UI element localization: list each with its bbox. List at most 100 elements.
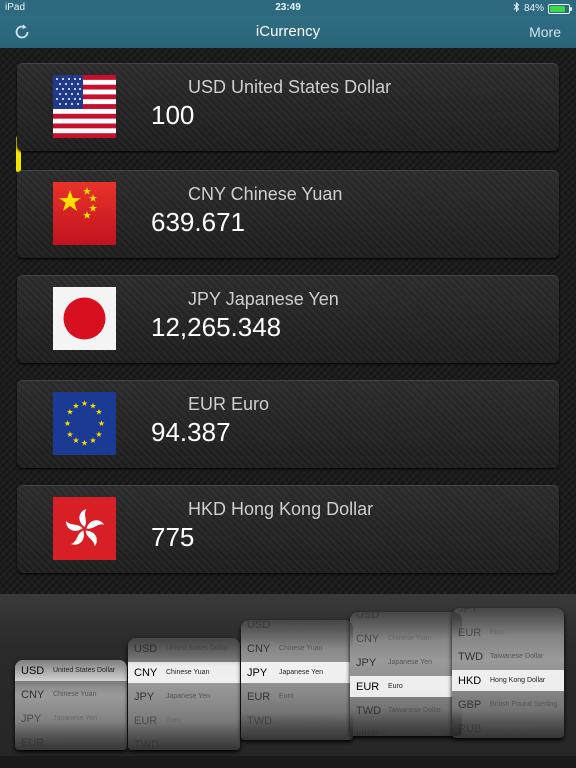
currency-amount[interactable]: 12,265.348 bbox=[151, 312, 281, 343]
currency-row-hkd[interactable]: HKD Hong Kong Dollar 775 bbox=[17, 485, 559, 573]
picker-option-code: GBP bbox=[458, 698, 482, 711]
picker-option-code: CNY bbox=[21, 688, 45, 701]
svg-text:★: ★ bbox=[81, 399, 88, 408]
picker-option-name: Japanese Yen bbox=[53, 715, 97, 722]
picker-option-code: JPY bbox=[134, 690, 155, 703]
currency-amount[interactable]: 94.387 bbox=[151, 417, 231, 448]
picker-option-cny[interactable]: CNY Chinese Yuan bbox=[15, 684, 127, 705]
picker-option-name: Chinese Yuan bbox=[166, 669, 210, 676]
picker-wheel-2[interactable]: USD United States Dollar CNY Chinese Yuan JP… bbox=[128, 638, 240, 750]
picker-option-name: Chinese Yuan bbox=[279, 645, 323, 652]
more-button[interactable]: More bbox=[529, 24, 561, 40]
picker-option-name: United States Dollar bbox=[53, 667, 116, 674]
battery-percent: 84% bbox=[523, 3, 544, 14]
svg-text:★: ★ bbox=[66, 430, 73, 439]
picker-option-name: Chinese Yuan bbox=[53, 691, 97, 698]
us-flag-icon bbox=[53, 75, 116, 138]
currency-name: CNY Chinese Yuan bbox=[188, 184, 343, 204]
currency-amount[interactable]: 639.671 bbox=[151, 207, 245, 238]
picker-option-jpy[interactable]: JPY Japanese Yen bbox=[241, 662, 353, 683]
app-title: iCurrency bbox=[255, 23, 321, 40]
picker-option-name: Euro bbox=[279, 693, 294, 700]
picker-option-cny[interactable]: CNY Chinese Yuan bbox=[350, 628, 462, 649]
svg-text:★: ★ bbox=[72, 402, 79, 411]
picker-option-jpy[interactable]: JPY Japanese Yen bbox=[128, 686, 240, 707]
picker-option-code: USD bbox=[356, 612, 380, 621]
picker-option-name: British Pound Sterling bbox=[490, 701, 558, 708]
picker-option-twd[interactable]: TWD Taiwanese Dollar bbox=[241, 710, 353, 731]
picker-option-jpy[interactable]: JPY Japanese Yen bbox=[15, 708, 127, 729]
eu-flag-icon: ★ ★ ★ ★ ★ ★ ★ ★ ★ ★ ★ ★ bbox=[53, 392, 116, 455]
picker-wheel-3[interactable]: USD United States Dollar CNY Chinese Yuan JP… bbox=[241, 620, 353, 740]
picker-option-code: USD bbox=[134, 642, 158, 655]
picker-option-hkd[interactable]: HKD Hong Kong Dollar bbox=[452, 670, 564, 691]
picker-option-code: HKD bbox=[458, 674, 482, 687]
currency-name: HKD Hong Kong Dollar bbox=[188, 499, 374, 519]
picker-option-code: TWD bbox=[134, 738, 160, 751]
china-flag-icon bbox=[53, 182, 116, 245]
picker-option-code: RUB bbox=[458, 722, 482, 735]
picker-option-eur[interactable]: EUR Euro bbox=[452, 622, 564, 643]
picker-wheel-5[interactable]: JPY EUR Euro TWD Taiwanese Dollar HKD Hong Kon… bbox=[452, 608, 564, 738]
picker-option-code: USD bbox=[21, 664, 45, 677]
currency-name: JPY Japanese Yen bbox=[188, 289, 339, 309]
picker-option-name: Euro bbox=[166, 717, 181, 724]
battery-fill bbox=[550, 5, 565, 12]
nav-bar: iCurrency More bbox=[0, 16, 576, 48]
picker-option-jpy[interactable]: JPY bbox=[452, 608, 564, 619]
picker-option-name: United States Dollar bbox=[279, 621, 342, 628]
picker-option-code: JPY bbox=[458, 608, 479, 615]
picker-wheel-4[interactable]: USD CNY Chinese Yuan JPY Japanese Yen EUR Euro… bbox=[350, 612, 462, 736]
picker-option-name: Russian Ruble bbox=[490, 725, 536, 732]
currency-picker: USD United States Dollar CNY Chinese Yuan JP… bbox=[0, 594, 576, 768]
picker-option-usd[interactable]: USD United States Dollar bbox=[15, 660, 127, 681]
picker-option-code: EUR bbox=[458, 626, 482, 639]
currency-amount[interactable]: 775 bbox=[151, 522, 194, 553]
picker-option-twd[interactable]: TWD Taiwanese Dollar bbox=[452, 646, 564, 667]
picker-option-name: Chinese Yuan bbox=[388, 635, 432, 642]
currency-row-usd[interactable]: USD United States Dollar 100 bbox=[17, 63, 559, 151]
picker-option-twd[interactable]: TWD Taiwanese Dollar bbox=[350, 700, 462, 721]
picker-option-code: EUR bbox=[21, 736, 45, 749]
currency-row-jpy[interactable]: JPY Japanese Yen 12,265.348 bbox=[17, 275, 559, 363]
picker-option-usd[interactable]: USD United States Dollar bbox=[241, 620, 353, 635]
picker-option-eur[interactable]: EUR Euro bbox=[128, 710, 240, 731]
currency-name: USD United States Dollar bbox=[188, 77, 392, 97]
picker-option-code: CNY bbox=[247, 642, 271, 655]
picker-option-code: JPY bbox=[21, 712, 42, 725]
picker-option-code: EUR bbox=[134, 714, 158, 727]
picker-option-jpy[interactable]: JPY Japanese Yen bbox=[350, 652, 462, 673]
currency-amount[interactable]: 100 bbox=[151, 100, 194, 131]
hong-kong-flag-icon bbox=[53, 497, 116, 560]
picker-option-code: TWD bbox=[247, 714, 273, 727]
picker-option-eur[interactable]: EUR Euro bbox=[241, 686, 353, 707]
svg-text:★: ★ bbox=[81, 439, 88, 448]
svg-text:★: ★ bbox=[64, 419, 71, 428]
picker-wheel-1[interactable]: USD United States Dollar CNY Chinese Yuan JP… bbox=[15, 660, 127, 750]
picker-option-name: United States Dollar bbox=[166, 645, 229, 652]
picker-option-gbp[interactable]: GBP British Pound Sterling bbox=[452, 694, 564, 715]
picker-option-cny[interactable]: CNY Chinese Yuan bbox=[241, 638, 353, 659]
picker-option-name: Hong Kong Dollar bbox=[388, 731, 444, 736]
picker-option-usd[interactable]: USD bbox=[350, 612, 462, 625]
picker-option-usd[interactable]: USD United States Dollar bbox=[128, 638, 240, 659]
tray-bottom-edge bbox=[0, 756, 576, 768]
picker-option-name: Taiwanese Dollar bbox=[279, 717, 333, 724]
picker-option-code: HKD bbox=[356, 728, 380, 737]
picker-option-name: Japanese Yen bbox=[166, 693, 210, 700]
picker-option-rub[interactable]: RUB Russian Ruble bbox=[452, 718, 564, 738]
picker-option-name: Taiwanese Dollar bbox=[490, 653, 544, 660]
picker-option-cny[interactable]: CNY Chinese Yuan bbox=[128, 662, 240, 683]
picker-option-name: Japanese Yen bbox=[279, 669, 323, 676]
picker-option-name: Hong Kong Dollar bbox=[490, 677, 546, 684]
currency-row-eur[interactable]: ★ ★ ★ ★ ★ ★ ★ ★ ★ ★ ★ ★ EUR Euro 94.387 bbox=[17, 380, 559, 468]
picker-option-twd[interactable]: TWD bbox=[128, 734, 240, 751]
picker-option-eur[interactable]: EUR Euro bbox=[350, 676, 462, 697]
picker-option-hkd[interactable]: HKD bbox=[241, 734, 353, 741]
currency-row-cny[interactable]: CNY Chinese Yuan 639.671 bbox=[17, 170, 559, 258]
picker-option-hkd[interactable]: HKD Hong Kong Dollar bbox=[350, 724, 462, 737]
picker-option-eur[interactable]: EUR Euro bbox=[15, 732, 127, 750]
picker-option-code: TWD bbox=[458, 650, 484, 663]
picker-option-code: EUR bbox=[356, 680, 380, 693]
picker-option-code: JPY bbox=[247, 666, 268, 679]
